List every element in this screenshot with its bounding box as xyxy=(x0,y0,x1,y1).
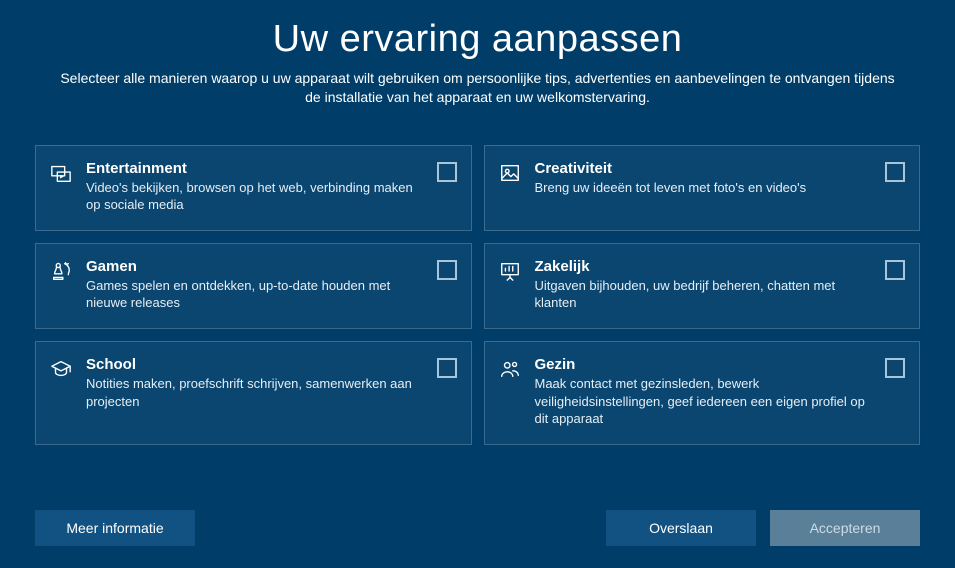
chess-icon xyxy=(50,258,72,282)
checkbox[interactable] xyxy=(885,358,905,378)
picture-icon xyxy=(499,160,521,184)
card-desc: Maak contact met gezinsleden, bewerk vei… xyxy=(535,375,872,428)
card-entertainment[interactable]: Entertainment Video's bekijken, browsen … xyxy=(35,145,472,231)
card-desc: Notities maken, proefschrift schrijven, … xyxy=(86,375,423,410)
more-info-button[interactable]: Meer informatie xyxy=(35,510,195,546)
card-desc: Breng uw ideeën tot leven met foto's en … xyxy=(535,179,872,197)
card-gaming[interactable]: Gamen Games spelen en ontdekken, up-to-d… xyxy=(35,243,472,329)
card-business[interactable]: Zakelijk Uitgaven bijhouden, uw bedrijf … xyxy=(484,243,921,329)
card-desc: Uitgaven bijhouden, uw bedrijf beheren, … xyxy=(535,277,872,312)
card-creativity[interactable]: Creativiteit Breng uw ideeën tot leven m… xyxy=(484,145,921,231)
people-icon xyxy=(499,356,521,380)
presentation-icon xyxy=(499,258,521,282)
checkbox[interactable] xyxy=(885,260,905,280)
page-subtitle: Selecteer alle manieren waarop u uw appa… xyxy=(53,69,903,107)
card-title: Gamen xyxy=(86,258,423,275)
option-grid: Entertainment Video's bekijken, browsen … xyxy=(0,107,955,510)
card-desc: Games spelen en ontdekken, up-to-date ho… xyxy=(86,277,423,312)
footer-spacer xyxy=(209,510,592,546)
card-title: Zakelijk xyxy=(535,258,872,275)
checkbox[interactable] xyxy=(437,358,457,378)
media-icon xyxy=(50,160,72,184)
card-title: School xyxy=(86,356,423,373)
checkbox[interactable] xyxy=(437,162,457,182)
checkbox[interactable] xyxy=(885,162,905,182)
card-title: Gezin xyxy=(535,356,872,373)
graduation-icon xyxy=(50,356,72,380)
card-desc: Video's bekijken, browsen op het web, ve… xyxy=(86,179,423,214)
footer: Meer informatie Overslaan Accepteren xyxy=(0,510,955,568)
card-school[interactable]: School Notities maken, proefschrift schr… xyxy=(35,341,472,445)
page-title: Uw ervaring aanpassen xyxy=(40,18,915,61)
accept-button[interactable]: Accepteren xyxy=(770,510,920,546)
card-title: Creativiteit xyxy=(535,160,872,177)
skip-button[interactable]: Overslaan xyxy=(606,510,756,546)
card-family[interactable]: Gezin Maak contact met gezinsleden, bewe… xyxy=(484,341,921,445)
card-title: Entertainment xyxy=(86,160,423,177)
checkbox[interactable] xyxy=(437,260,457,280)
